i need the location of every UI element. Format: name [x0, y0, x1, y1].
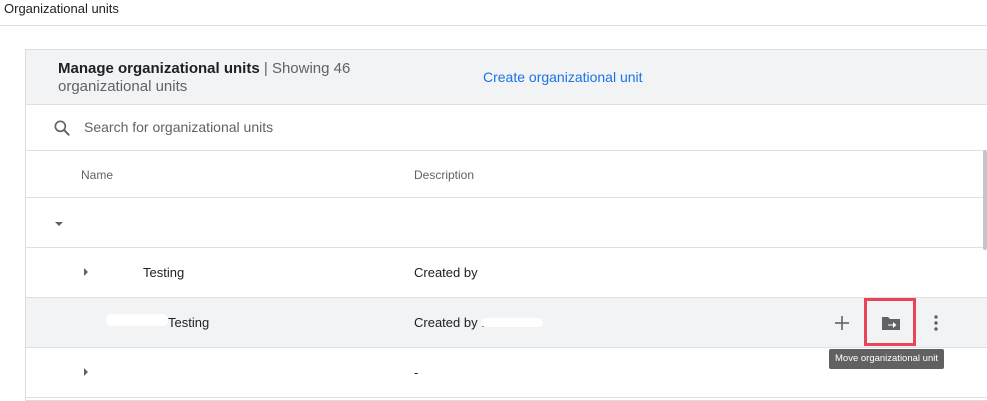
- row-name: Testing: [143, 265, 185, 280]
- redacted-creator: [481, 318, 543, 327]
- caret-down-icon[interactable]: [53, 218, 65, 230]
- row-description: -: [414, 365, 419, 380]
- plus-icon[interactable]: [830, 311, 854, 335]
- page-title: Organizational units: [4, 1, 119, 16]
- title-divider: [0, 25, 987, 26]
- caret-right-icon[interactable]: [80, 366, 92, 378]
- column-header-name[interactable]: Name: [81, 168, 113, 182]
- move-org-unit-button[interactable]: [864, 298, 916, 346]
- create-org-unit-link[interactable]: Create organizational unit: [483, 69, 643, 85]
- unit-count-suffix: organizational units: [58, 78, 188, 95]
- card-title-separator: |: [263, 60, 268, 77]
- row-description: Created by: [414, 265, 478, 280]
- row-actions: [822, 298, 962, 348]
- search-bar: [26, 105, 987, 151]
- unit-count: Showing 46: [271, 60, 351, 77]
- scrollbar-thumb[interactable]: [983, 150, 987, 250]
- table-row-hovered[interactable]: Testing Created by .: [26, 298, 987, 348]
- row-description: Created by .: [414, 315, 485, 330]
- table-row[interactable]: [26, 198, 987, 248]
- more-vert-icon[interactable]: [924, 311, 948, 335]
- table-header: Name Description: [26, 151, 987, 198]
- card-header: Manage organizational units | Showing 46…: [26, 50, 987, 105]
- redacted-name: [106, 314, 168, 326]
- search-input[interactable]: [84, 117, 484, 137]
- card-header-text: Manage organizational units | Showing 46…: [58, 60, 378, 96]
- table-row[interactable]: Testing Created by: [26, 248, 987, 298]
- column-header-description: Description: [414, 168, 475, 182]
- move-tooltip: Move organizational unit: [829, 349, 944, 369]
- card-title: Manage organizational units: [58, 60, 260, 77]
- search-icon: [54, 120, 70, 136]
- row-name: Testing: [168, 315, 210, 330]
- caret-right-icon[interactable]: [80, 266, 92, 278]
- folder-move-icon: [882, 317, 900, 330]
